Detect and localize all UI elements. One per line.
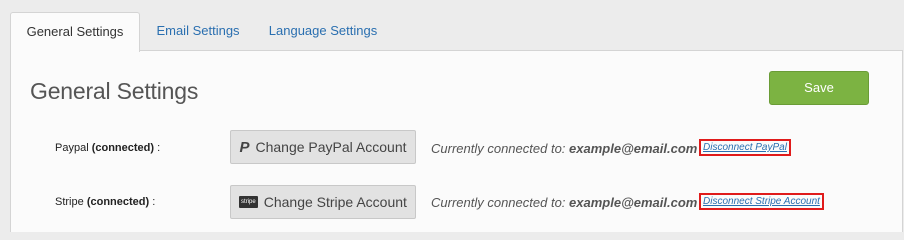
change-paypal-label: Change PayPal Account bbox=[255, 139, 407, 155]
stripe-label: Stripe (connected) : bbox=[55, 196, 155, 208]
paypal-connected-status: Currently connected to: example@email.co… bbox=[431, 141, 697, 156]
stripe-icon: stripe bbox=[239, 196, 258, 208]
paypal-connected-prefix: Currently connected to: bbox=[431, 141, 566, 156]
paypal-label-name: Paypal bbox=[55, 142, 89, 154]
page-title: General Settings bbox=[30, 78, 199, 104]
paypal-icon: P bbox=[239, 138, 250, 156]
stripe-label-name: Stripe bbox=[55, 196, 84, 208]
save-button[interactable]: Save bbox=[769, 71, 869, 105]
paypal-label: Paypal (connected) : bbox=[55, 142, 160, 154]
tab-language-settings[interactable]: Language Settings bbox=[260, 12, 386, 50]
change-paypal-account-button[interactable]: P Change PayPal Account bbox=[230, 130, 416, 164]
paypal-label-suffix: : bbox=[157, 142, 161, 154]
disconnect-stripe-link[interactable]: Disconnect Stripe Account bbox=[699, 193, 824, 210]
stripe-label-suffix: : bbox=[152, 196, 156, 208]
change-stripe-label: Change Stripe Account bbox=[263, 194, 407, 210]
tab-email-settings[interactable]: Email Settings bbox=[144, 12, 252, 50]
general-settings-panel: General Settings Save Paypal (connected)… bbox=[10, 50, 903, 232]
tab-general-settings[interactable]: General Settings bbox=[10, 12, 140, 52]
stripe-connected-prefix: Currently connected to: bbox=[431, 195, 566, 210]
stripe-label-status: (connected) bbox=[86, 196, 150, 208]
disconnect-paypal-link[interactable]: Disconnect PayPal bbox=[699, 139, 791, 156]
paypal-label-status: (connected) bbox=[91, 142, 155, 154]
change-stripe-account-button[interactable]: stripe Change Stripe Account bbox=[230, 185, 416, 219]
stripe-connected-email: example@email.com bbox=[569, 195, 698, 210]
stripe-connected-status: Currently connected to: example@email.co… bbox=[431, 195, 697, 210]
paypal-connected-email: example@email.com bbox=[569, 141, 698, 156]
